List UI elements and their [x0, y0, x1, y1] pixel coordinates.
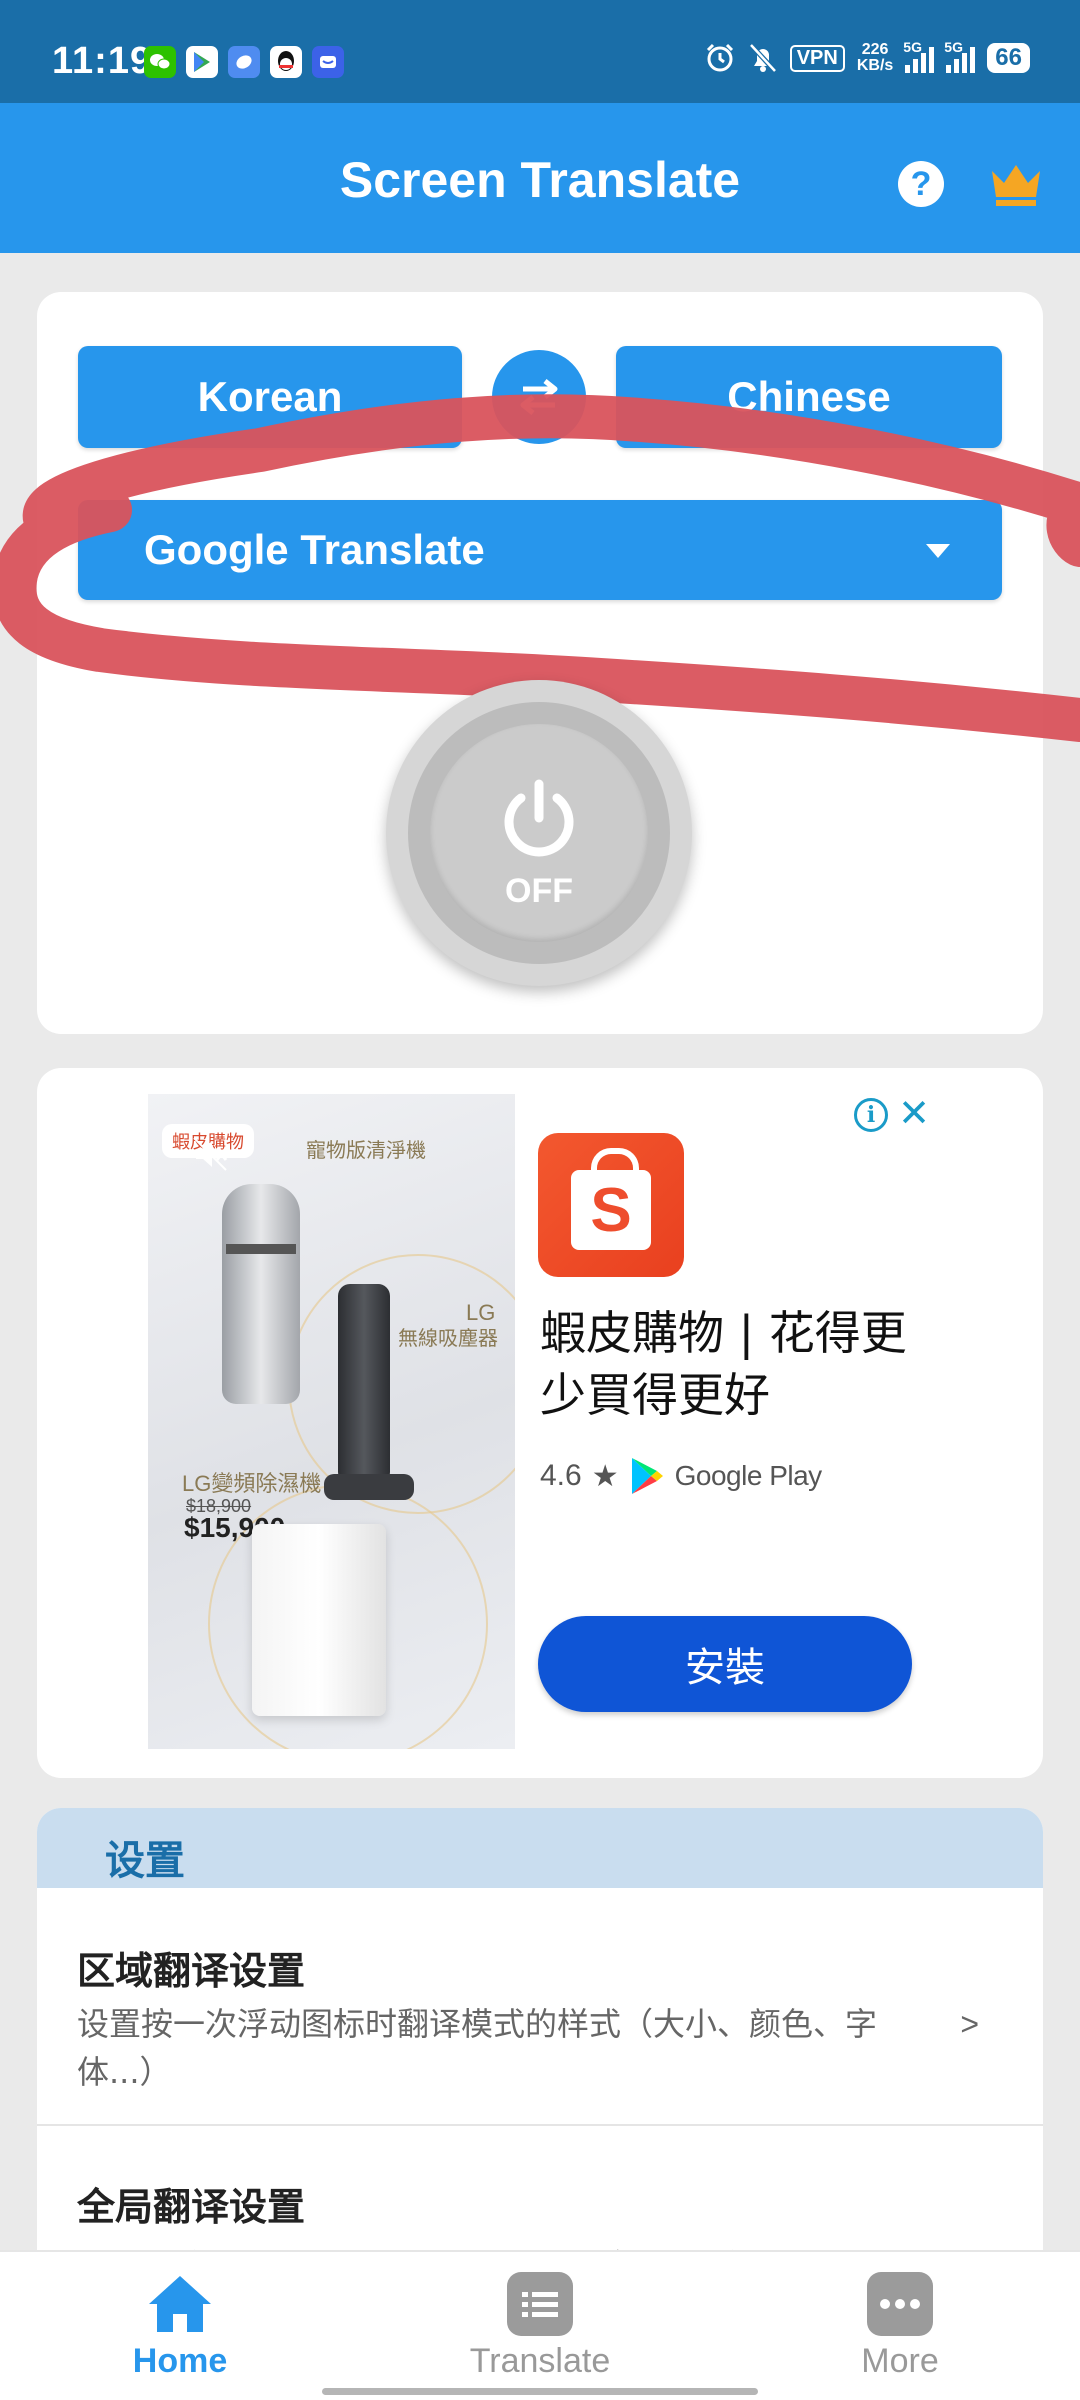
- install-button[interactable]: 安裝: [538, 1616, 912, 1712]
- settings-section: 设置 区域翻译设置 设置按一次浮动图标时翻译模式的样式（大小、颜色、字体...）…: [37, 1808, 1043, 2258]
- ad-store-name: Google Play: [674, 1460, 823, 1491]
- mail-app-icon: [312, 46, 344, 78]
- chevron-down-icon: [926, 544, 950, 558]
- settings-item-global-translation[interactable]: 全局翻译设置 设置长按浮动图标时翻译模式的样式（颜色、字体、语... >: [37, 2126, 1043, 2258]
- google-play-icon: [631, 1458, 663, 1494]
- vacuum-product: [338, 1284, 390, 1484]
- power-knob: OFF: [430, 724, 648, 942]
- bottom-navigation: Home Translate More: [0, 2250, 1080, 2400]
- shopee-logo[interactable]: S: [538, 1133, 684, 1277]
- speed-unit: KB/s: [856, 57, 894, 74]
- ad-image[interactable]: 蝦皮購物 寵物版清淨機 LG 無線吸塵器 LG變頻除濕機 $18,900 $15…: [148, 1094, 515, 1749]
- ad-rating: 4.6: [540, 1459, 582, 1492]
- system-status: VPN 226 KB/s 5G 5G 66: [704, 39, 1030, 74]
- vpn-badge: VPN: [789, 44, 845, 72]
- speed-value: 226: [861, 41, 889, 58]
- swap-icon: [520, 379, 558, 415]
- air-purifier-product: [222, 1184, 300, 1404]
- premium-crown-icon[interactable]: [988, 161, 1044, 207]
- vacuum-base: [324, 1474, 414, 1500]
- wechat-icon: [144, 46, 176, 78]
- chevron-right-icon: >: [960, 2006, 979, 2042]
- settings-header-label: 设置: [105, 1838, 185, 1884]
- nav-more[interactable]: More: [750, 2252, 1050, 2400]
- list-icon: [507, 2272, 573, 2336]
- shopee-bag-icon: S: [571, 1148, 651, 1250]
- alarm-icon: [706, 43, 733, 72]
- mute-icon[interactable]: [190, 1134, 230, 1183]
- battery-icon: 66: [987, 43, 1030, 73]
- ad-image-text: 寵物版清淨機: [306, 1140, 426, 1162]
- swap-languages-button[interactable]: [492, 350, 586, 444]
- settings-item-description: 设置按一次浮动图标时翻译模式的样式（大小、颜色、字体...）: [77, 2005, 878, 2091]
- nav-more-label: More: [861, 2342, 939, 2380]
- nav-home-label: Home: [132, 2342, 228, 2380]
- translation-engine-dropdown[interactable]: Google Translate: [78, 500, 1002, 600]
- signal-icon: 5G: [903, 39, 935, 73]
- message-app-icon: [228, 46, 260, 78]
- ad-image-text: LG變頻除濕機: [182, 1471, 322, 1496]
- clock: 11:19: [52, 40, 153, 82]
- power-toggle-button[interactable]: OFF: [386, 680, 692, 986]
- power-ring: OFF: [408, 702, 670, 964]
- gesture-home-bar[interactable]: [322, 2388, 758, 2395]
- settings-item-title: 全局翻译设置: [77, 2185, 306, 2229]
- target-language-button[interactable]: Chinese: [616, 346, 1002, 448]
- nav-translate-label: Translate: [469, 2342, 611, 2380]
- ad-close-icon[interactable]: ✕: [896, 1094, 932, 1134]
- app-bar: Screen Translate ?: [0, 103, 1080, 253]
- power-state-label: OFF: [505, 872, 573, 910]
- star-icon: ★: [591, 1459, 619, 1493]
- settings-header: 设置: [37, 1808, 1043, 1888]
- nav-home[interactable]: Home: [30, 2252, 330, 2400]
- status-bar: 11:19 VPN 226 KB/s 5G 5G 66: [0, 0, 1080, 103]
- power-icon: [504, 779, 574, 857]
- nav-translate[interactable]: Translate: [390, 2252, 690, 2400]
- notification-icons: [144, 46, 344, 78]
- ad-title[interactable]: 蝦皮購物 | 花得更少買得更好: [540, 1302, 940, 1426]
- ad-rating-row: 4.6 ★ Google Play: [540, 1456, 822, 1496]
- help-button[interactable]: ?: [898, 161, 944, 207]
- play-store-icon: [186, 46, 218, 78]
- more-icon: [867, 2272, 933, 2336]
- engine-label: Google Translate: [144, 526, 485, 573]
- qq-icon: [270, 46, 302, 78]
- settings-item-title: 区域翻译设置: [77, 1949, 306, 1993]
- dehumidifier-product: [252, 1524, 386, 1716]
- signal-icon: 5G: [944, 39, 976, 73]
- mute-bell-icon: [748, 43, 777, 73]
- network-speed: 226 KB/s: [857, 42, 893, 74]
- ad-image-text: 無線吸塵器: [398, 1328, 498, 1350]
- ad-info-icon[interactable]: i: [854, 1098, 888, 1132]
- home-icon: [149, 2276, 211, 2332]
- signal-type: 5G: [903, 39, 922, 55]
- source-language-button[interactable]: Korean: [78, 346, 462, 448]
- signal-type: 5G: [944, 39, 963, 55]
